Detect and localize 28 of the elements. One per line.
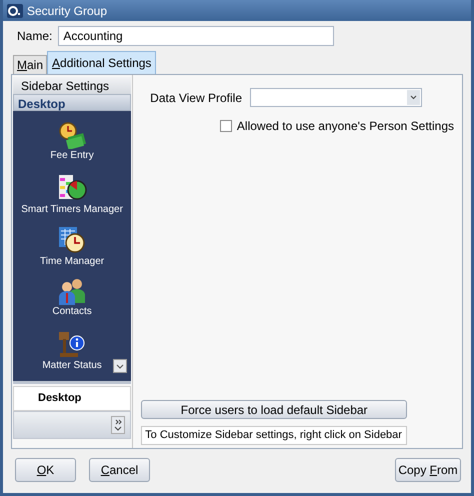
group-header[interactable]: Desktop [13,94,132,111]
chevron-menu-button[interactable] [111,416,126,434]
sidebar-item[interactable]: Contacts [52,305,92,319]
sidebar-item[interactable]: Smart Timers Manager [21,203,123,217]
scroll-down-button[interactable] [113,359,128,373]
sidebar-item[interactable]: Matter Status [42,359,102,373]
data-view-profile-label: Data View Profile [150,90,242,106]
sidebar-header: Sidebar Settings [13,77,132,94]
person-settings-checkbox[interactable] [220,120,232,132]
name-label: Name: [17,28,52,45]
force-sidebar-button[interactable]: Force users to load default Sidebar [141,400,408,419]
sidebar-item[interactable]: Fee Entry [50,149,94,163]
dialog-button[interactable]: Cancel [89,458,150,482]
sidebar-item[interactable]: Time Manager [40,255,104,269]
dialog-button[interactable]: Copy From [395,458,461,482]
tab[interactable]: Additional Settings [47,51,156,74]
group-button[interactable]: Desktop [13,386,132,411]
calendar-and-clock-icon [57,225,88,255]
clock-and-money-icon [57,121,88,149]
dialog-button[interactable]: OK [15,458,76,482]
tab[interactable]: Main [13,55,48,74]
window-title: Security Group [27,2,108,20]
name-field[interactable]: Accounting [58,26,334,46]
people-icon [57,277,88,305]
gavel-and-info-icon [57,329,88,359]
app-logo-icon [7,4,23,18]
sidebar-hint: To Customize Sidebar settings, right click on Sidebar [141,426,408,445]
person-settings-label: Allowed to use anyone's Person Settings [236,118,454,135]
